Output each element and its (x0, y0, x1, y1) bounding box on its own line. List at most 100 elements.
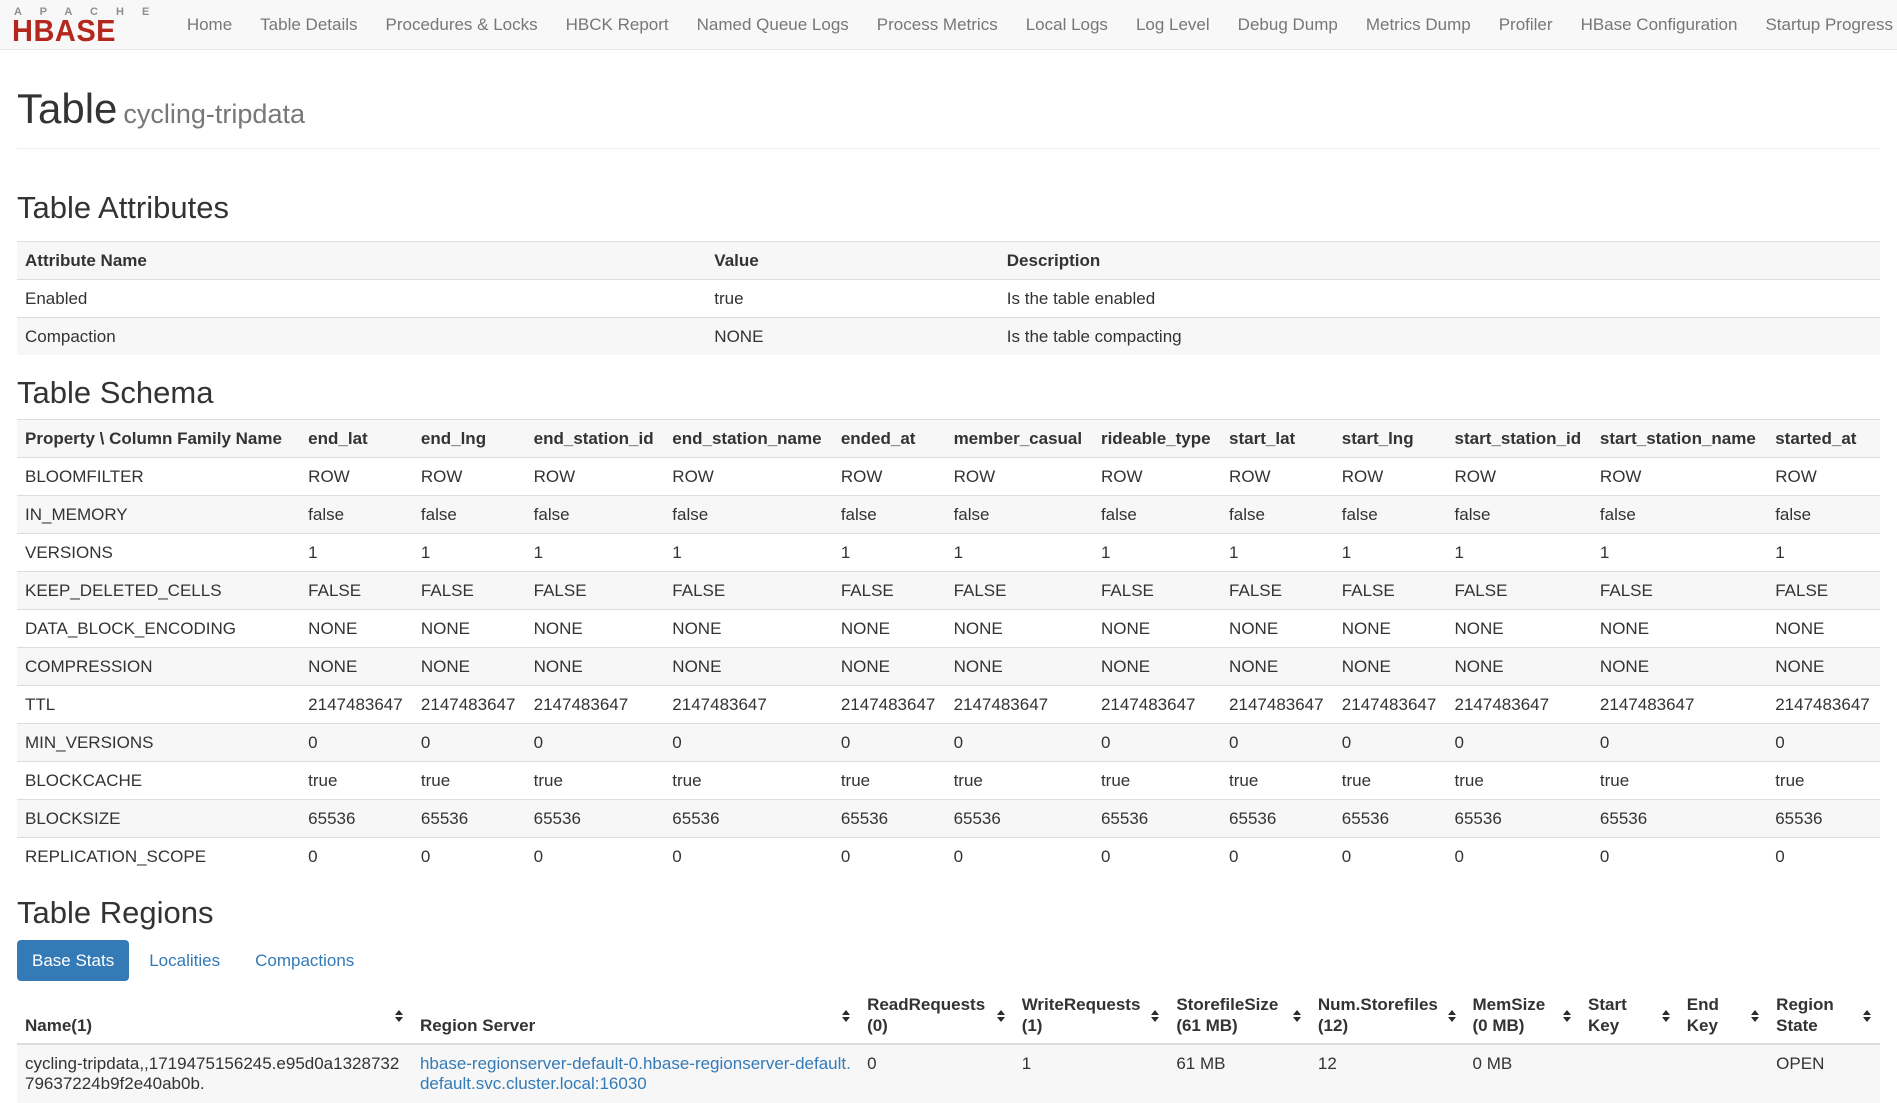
attributes-column-header-description: Description (999, 242, 1880, 280)
schema-value-cell: false (1447, 496, 1592, 534)
schema-value-cell: 0 (300, 724, 413, 762)
attribute-description-cell: Is the table enabled (999, 280, 1880, 318)
regions-column-header-readrequests-0[interactable]: ReadRequests (0) (859, 989, 1014, 1044)
nav-item-metrics-dump: Metrics Dump (1352, 0, 1485, 50)
schema-value-cell: true (300, 762, 413, 800)
schema-value-cell: NONE (1767, 610, 1880, 648)
nav-link-table-details[interactable]: Table Details (246, 0, 371, 50)
region-tabs: Base StatsLocalitiesCompactions (17, 940, 1880, 981)
schema-value-cell: 1 (526, 534, 665, 572)
schema-value-cell: NONE (1334, 610, 1447, 648)
regions-column-label: WriteRequests (1) (1022, 995, 1141, 1035)
regions-column-header-start-key[interactable]: Start Key (1580, 989, 1679, 1044)
schema-value-cell: true (664, 762, 833, 800)
nav-link-debug-dump[interactable]: Debug Dump (1224, 0, 1352, 50)
tab-link-compactions[interactable]: Compactions (240, 940, 369, 981)
nav-link-metrics-dump[interactable]: Metrics Dump (1352, 0, 1485, 50)
schema-row-keep-deleted-cells: KEEP_DELETED_CELLSFALSEFALSEFALSEFALSEFA… (17, 572, 1880, 610)
schema-value-cell: 0 (526, 724, 665, 762)
schema-value-cell: 0 (413, 724, 526, 762)
nav-link-process-metrics[interactable]: Process Metrics (863, 0, 1012, 50)
page-header: Tablecycling-tripdata (17, 86, 1880, 149)
start-key-cell (1580, 1044, 1679, 1103)
sort-up-down-triangles-icon (394, 1009, 404, 1023)
nav-link-procedures-locks[interactable]: Procedures & Locks (372, 0, 552, 50)
schema-value-cell: true (833, 762, 946, 800)
schema-column-header-start-lat: start_lat (1221, 420, 1334, 458)
schema-value-cell: 2147483647 (300, 686, 413, 724)
schema-value-cell: true (1093, 762, 1221, 800)
nav-link-hbase-configuration[interactable]: HBase Configuration (1567, 0, 1752, 50)
sort-up-down-triangles-icon (841, 1009, 851, 1023)
schema-value-cell: 1 (413, 534, 526, 572)
regions-column-header-num-storefiles-12[interactable]: Num.Storefiles (12) (1310, 989, 1465, 1044)
attribute-row-enabled: EnabledtrueIs the table enabled (17, 280, 1880, 318)
schema-value-cell: 65536 (1447, 800, 1592, 838)
sort-up-down-triangles-icon (1292, 1009, 1302, 1023)
sort-up-down-triangles-icon (1661, 1009, 1671, 1023)
nav-link-local-logs[interactable]: Local Logs (1012, 0, 1122, 50)
nav-link-hbck-report[interactable]: HBCK Report (552, 0, 683, 50)
attribute-description-cell: Is the table compacting (999, 318, 1880, 356)
schema-property-cell: KEEP_DELETED_CELLS (17, 572, 300, 610)
schema-column-header-rideable-type: rideable_type (1093, 420, 1221, 458)
regions-column-header-memsize-0-mb[interactable]: MemSize (0 MB) (1465, 989, 1581, 1044)
nav-link-startup-progress[interactable]: Startup Progress (1751, 0, 1897, 50)
schema-value-cell: 0 (1767, 838, 1880, 876)
nav-link-named-queue-logs[interactable]: Named Queue Logs (683, 0, 863, 50)
regions-column-header-storefilesize-61-mb[interactable]: StorefileSize (61 MB) (1168, 989, 1310, 1044)
schema-value-cell: 0 (1592, 724, 1767, 762)
regions-column-header-writerequests-1[interactable]: WriteRequests (1) (1014, 989, 1169, 1044)
schema-value-cell: 65536 (664, 800, 833, 838)
tab-link-localities[interactable]: Localities (134, 940, 235, 981)
tab-link-base-stats[interactable]: Base Stats (17, 940, 129, 981)
schema-value-cell: 1 (833, 534, 946, 572)
hbase-logo[interactable]: A P A C H E HBASE (12, 6, 157, 44)
region-server-cell: hbase-regionserver-default-0.hbase-regio… (412, 1044, 859, 1103)
regions-column-label: Num.Storefiles (12) (1318, 995, 1438, 1035)
nav-link-profiler[interactable]: Profiler (1485, 0, 1567, 50)
sort-up-down-triangles-icon (1750, 1009, 1760, 1023)
schema-value-cell: 0 (526, 838, 665, 876)
schema-value-cell: NONE (1447, 648, 1592, 686)
regions-column-header-region-state[interactable]: Region State (1768, 989, 1880, 1044)
schema-column-header-start-station-id: start_station_id (1447, 420, 1592, 458)
schema-value-cell: 1 (664, 534, 833, 572)
regions-column-header-end-key[interactable]: End Key (1679, 989, 1768, 1044)
schema-value-cell: NONE (1447, 610, 1592, 648)
schema-value-cell: 0 (664, 724, 833, 762)
top-navbar: A P A C H E HBASE HomeTable DetailsProce… (0, 0, 1897, 50)
schema-property-column-header: Property \ Column Family Name (17, 420, 300, 458)
schema-value-cell: 2147483647 (1221, 686, 1334, 724)
mem-size-cell: 0 MB (1465, 1044, 1581, 1103)
schema-value-cell: 0 (1093, 838, 1221, 876)
table-regions-section: Table Regions Base StatsLocalitiesCompac… (17, 896, 1880, 1103)
attribute-row-compaction: CompactionNONEIs the table compacting (17, 318, 1880, 356)
schema-row-versions: VERSIONS111111111111 (17, 534, 1880, 572)
region-server-link[interactable]: hbase-regionserver-default-0.hbase-regio… (420, 1054, 851, 1093)
schema-value-cell: NONE (946, 610, 1093, 648)
schema-value-cell: 0 (833, 838, 946, 876)
regions-column-header-name-1[interactable]: Name(1) (17, 989, 412, 1044)
attributes-column-header-attribute-name: Attribute Name (17, 242, 706, 280)
region-name-cell: cycling-tripdata,,1719475156245.e95d0a13… (17, 1044, 412, 1103)
schema-value-cell: 1 (1592, 534, 1767, 572)
attributes-column-header-value: Value (706, 242, 998, 280)
schema-value-cell: NONE (1592, 610, 1767, 648)
schema-value-cell: NONE (946, 648, 1093, 686)
schema-value-cell: 2147483647 (1093, 686, 1221, 724)
nav-item-home: Home (173, 0, 246, 50)
schema-value-cell: FALSE (300, 572, 413, 610)
tab-compactions: Compactions (240, 940, 369, 981)
schema-value-cell: ROW (1093, 458, 1221, 496)
main-content: Tablecycling-tripdata Table Attributes A… (0, 86, 1897, 1103)
schema-value-cell: false (833, 496, 946, 534)
nav-link-home[interactable]: Home (173, 0, 246, 50)
regions-column-header-region-server[interactable]: Region Server (412, 989, 859, 1044)
schema-value-cell: NONE (413, 610, 526, 648)
schema-value-cell: NONE (1221, 648, 1334, 686)
attribute-name-cell: Compaction (17, 318, 706, 356)
schema-value-cell: true (1767, 762, 1880, 800)
nav-link-log-level[interactable]: Log Level (1122, 0, 1224, 50)
schema-value-cell: 0 (1334, 838, 1447, 876)
